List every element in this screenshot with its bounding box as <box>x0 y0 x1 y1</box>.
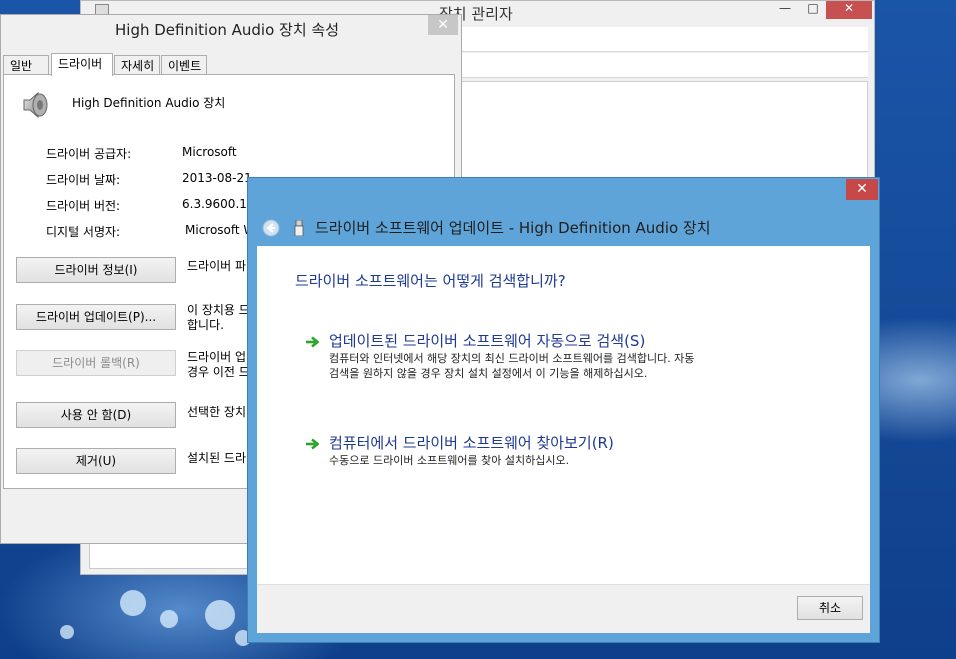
digital-signer-value: Microsoft W <box>185 223 256 237</box>
wizard-footer: 취소 <box>257 584 870 633</box>
tab-events[interactable]: 이벤트 <box>161 55 207 75</box>
minimize-icon[interactable]: — <box>771 1 799 19</box>
browse-computer-desc: 수동으로 드라이버 소프트웨어를 찾아 설치하십시오. <box>329 454 570 467</box>
rollback-driver-desc-line2: 경우 이전 드 <box>187 365 250 379</box>
driver-details-button[interactable]: 드라이버 정보(I) <box>16 257 176 283</box>
auto-search-desc-line1: 컴퓨터와 인터넷에서 해당 장치의 최신 드라이버 소프트웨어를 검색합니다. … <box>329 352 695 365</box>
device-manager-menubar <box>461 27 868 52</box>
disable-device-desc: 선택한 장치 <box>187 405 247 419</box>
wallpaper-bubble <box>160 610 178 628</box>
tab-details[interactable]: 자세히 <box>114 55 160 75</box>
driver-details-desc: 드라이버 파 <box>187 259 247 273</box>
green-arrow-icon <box>306 438 319 450</box>
wallpaper-bubble <box>60 625 74 639</box>
device-manager-toolbar <box>461 53 868 78</box>
close-icon[interactable]: ✕ <box>826 1 872 19</box>
properties-close-icon[interactable]: ✕ <box>428 15 458 35</box>
auto-search-desc-line2: 검색을 원하지 않을 경우 장치 설치 설정에서 이 기능을 해제하십시오. <box>329 367 648 380</box>
driver-date-label: 드라이버 날짜: <box>46 173 121 187</box>
device-name: High Definition Audio 장치 <box>72 96 226 110</box>
wizard-close-icon[interactable]: ✕ <box>846 179 878 200</box>
green-arrow-icon <box>306 336 319 348</box>
wallpaper-bubble <box>205 600 235 630</box>
rollback-driver-button[interactable]: 드라이버 롤백(R) <box>16 350 176 376</box>
device-icon <box>294 220 304 236</box>
digital-signer-label: 디지털 서명자: <box>46 225 121 239</box>
update-driver-desc-line2: 합니다. <box>187 318 224 332</box>
browse-computer-option[interactable]: 컴퓨터에서 드라이버 소프트웨어 찾아보기(R) <box>329 432 614 453</box>
uninstall-device-button[interactable]: 제거(U) <box>16 448 176 474</box>
wizard-body: 드라이버 소프트웨어 업데이트 - High Definition Audio … <box>257 206 870 633</box>
update-driver-wizard: ✕ 드라이버 소프트웨어 업데이트 - High Definition Audi… <box>247 177 880 643</box>
update-driver-desc-line1: 이 장치용 드 <box>187 303 250 317</box>
driver-provider-value: Microsoft <box>182 145 237 159</box>
driver-provider-label: 드라이버 공급자: <box>46 147 132 161</box>
properties-title: High Definition Audio 장치 속성 <box>115 21 340 39</box>
wizard-question: 드라이버 소프트웨어는 어떻게 검색합니까? <box>295 272 566 290</box>
tab-driver[interactable]: 드라이버 <box>51 53 113 76</box>
speaker-icon <box>23 91 48 119</box>
wizard-title: 드라이버 소프트웨어 업데이트 - High Definition Audio … <box>315 219 711 237</box>
rollback-driver-desc-line1: 드라이버 업 <box>187 350 247 364</box>
update-driver-button[interactable]: 드라이버 업데이트(P)... <box>16 304 176 330</box>
uninstall-device-desc: 설치된 드라 <box>187 451 247 465</box>
tab-general[interactable]: 일반 <box>3 55 49 75</box>
maximize-icon[interactable]: □ <box>799 1 827 19</box>
disable-device-button[interactable]: 사용 안 함(D) <box>16 402 176 428</box>
back-arrow-icon[interactable] <box>262 219 280 237</box>
wallpaper-bubble <box>120 590 146 616</box>
cancel-button[interactable]: 취소 <box>797 596 863 620</box>
driver-date-value: 2013-08-21 <box>182 171 252 185</box>
driver-version-label: 드라이버 버전: <box>46 199 121 213</box>
auto-search-option[interactable]: 업데이트된 드라이버 소프트웨어 자동으로 검색(S) <box>329 330 645 351</box>
wizard-header: 드라이버 소프트웨어 업데이트 - High Definition Audio … <box>257 206 870 246</box>
